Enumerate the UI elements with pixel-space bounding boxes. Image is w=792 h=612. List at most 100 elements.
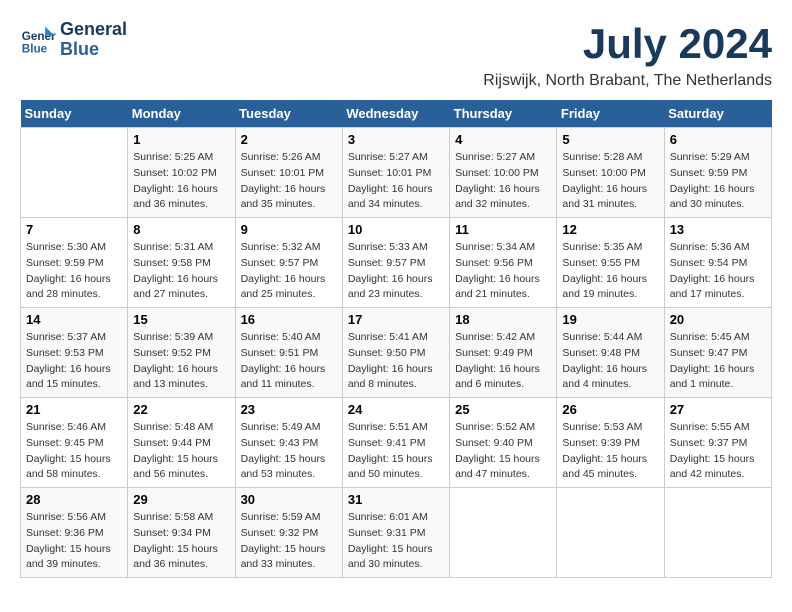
day-number: 2 [241, 132, 337, 147]
day-info: Sunrise: 5:27 AMSunset: 10:01 PMDaylight… [348, 150, 444, 213]
day-number: 19 [562, 312, 658, 327]
header-tuesday: Tuesday [235, 100, 342, 128]
day-number: 26 [562, 402, 658, 417]
day-number: 14 [26, 312, 122, 327]
calendar-cell: 29 Sunrise: 5:58 AMSunset: 9:34 PMDayligh… [128, 488, 235, 578]
day-number: 21 [26, 402, 122, 417]
month-title: July 2024 [583, 20, 772, 68]
day-info: Sunrise: 5:30 AMSunset: 9:59 PMDaylight:… [26, 240, 122, 303]
day-number: 28 [26, 492, 122, 507]
day-number: 18 [455, 312, 551, 327]
day-info: Sunrise: 5:58 AMSunset: 9:34 PMDaylight:… [133, 510, 229, 573]
day-number: 1 [133, 132, 229, 147]
day-number: 25 [455, 402, 551, 417]
day-info: Sunrise: 5:51 AMSunset: 9:41 PMDaylight:… [348, 420, 444, 483]
calendar-cell: 8Sunrise: 5:31 AMSunset: 9:58 PMDaylight… [128, 218, 235, 308]
day-info: Sunrise: 5:36 AMSunset: 9:54 PMDaylight:… [670, 240, 766, 303]
calendar-cell: 22 Sunrise: 5:48 AMSunset: 9:44 PMDayligh… [128, 398, 235, 488]
calendar-cell: 9 Sunrise: 5:32 AMSunset: 9:57 PMDaylight… [235, 218, 342, 308]
calendar-cell: 20 Sunrise: 5:45 AMSunset: 9:47 PMDayligh… [664, 308, 771, 398]
day-info: Sunrise: 5:26 AMSunset: 10:01 PMDaylight… [241, 150, 337, 213]
title-block: July 2024 [583, 20, 772, 68]
day-info: Sunrise: 5:34 AMSunset: 9:56 PMDaylight:… [455, 240, 551, 303]
calendar-cell: 30 Sunrise: 5:59 AMSunset: 9:32 PMDayligh… [235, 488, 342, 578]
header-thursday: Thursday [450, 100, 557, 128]
header-saturday: Saturday [664, 100, 771, 128]
calendar-cell: 28 Sunrise: 5:56 AMSunset: 9:36 PMDayligh… [21, 488, 128, 578]
day-number: 27 [670, 402, 766, 417]
day-number: 31 [348, 492, 444, 507]
day-info: Sunrise: 5:33 AMSunset: 9:57 PMDaylight:… [348, 240, 444, 303]
day-number: 6 [670, 132, 766, 147]
calendar-cell: 15Sunrise: 5:39 AMSunset: 9:52 PMDayligh… [128, 308, 235, 398]
calendar-cell: 19 Sunrise: 5:44 AMSunset: 9:48 PMDayligh… [557, 308, 664, 398]
day-info: Sunrise: 5:44 AMSunset: 9:48 PMDaylight:… [562, 330, 658, 393]
calendar-cell [557, 488, 664, 578]
day-number: 29 [133, 492, 229, 507]
day-number: 22 [133, 402, 229, 417]
calendar-cell: 25 Sunrise: 5:52 AMSunset: 9:40 PMDayligh… [450, 398, 557, 488]
day-info: Sunrise: 5:40 AMSunset: 9:51 PMDaylight:… [241, 330, 337, 393]
calendar-cell: 5Sunrise: 5:28 AMSunset: 10:00 PMDayligh… [557, 128, 664, 218]
calendar-cell: 31 Sunrise: 6:01 AMSunset: 9:31 PMDayligh… [342, 488, 449, 578]
day-number: 17 [348, 312, 444, 327]
calendar-cell: 6 Sunrise: 5:29 AMSunset: 9:59 PMDaylight… [664, 128, 771, 218]
calendar-cell: 11 Sunrise: 5:34 AMSunset: 9:56 PMDayligh… [450, 218, 557, 308]
calendar-cell: 7Sunrise: 5:30 AMSunset: 9:59 PMDaylight… [21, 218, 128, 308]
day-number: 12 [562, 222, 658, 237]
day-info: Sunrise: 5:48 AMSunset: 9:44 PMDaylight:… [133, 420, 229, 483]
calendar-cell: 23Sunrise: 5:49 AMSunset: 9:43 PMDayligh… [235, 398, 342, 488]
calendar-cell: 17Sunrise: 5:41 AMSunset: 9:50 PMDayligh… [342, 308, 449, 398]
calendar-cell [450, 488, 557, 578]
header: General Blue General Blue July 2024 [20, 20, 772, 68]
day-info: Sunrise: 5:31 AMSunset: 9:58 PMDaylight:… [133, 240, 229, 303]
day-info: Sunrise: 5:29 AMSunset: 9:59 PMDaylight:… [670, 150, 766, 213]
day-info: Sunrise: 5:39 AMSunset: 9:52 PMDaylight:… [133, 330, 229, 393]
day-info: Sunrise: 6:01 AMSunset: 9:31 PMDaylight:… [348, 510, 444, 573]
header-wednesday: Wednesday [342, 100, 449, 128]
header-monday: Monday [128, 100, 235, 128]
day-number: 24 [348, 402, 444, 417]
calendar-cell: 16 Sunrise: 5:40 AMSunset: 9:51 PMDayligh… [235, 308, 342, 398]
calendar-cell: 21 Sunrise: 5:46 AMSunset: 9:45 PMDayligh… [21, 398, 128, 488]
day-info: Sunrise: 5:45 AMSunset: 9:47 PMDaylight:… [670, 330, 766, 393]
logo-blue: Blue [60, 40, 127, 60]
day-info: Sunrise: 5:32 AMSunset: 9:57 PMDaylight:… [241, 240, 337, 303]
calendar-cell: 27 Sunrise: 5:55 AMSunset: 9:37 PMDayligh… [664, 398, 771, 488]
logo: General Blue General Blue [20, 20, 127, 60]
location-title: Rijswijk, North Brabant, The Netherlands [20, 72, 772, 90]
day-number: 13 [670, 222, 766, 237]
calendar-cell [21, 128, 128, 218]
calendar-cell: 2 Sunrise: 5:26 AMSunset: 10:01 PMDayligh… [235, 128, 342, 218]
day-info: Sunrise: 5:59 AMSunset: 9:32 PMDaylight:… [241, 510, 337, 573]
day-info: Sunrise: 5:55 AMSunset: 9:37 PMDaylight:… [670, 420, 766, 483]
header-friday: Friday [557, 100, 664, 128]
day-number: 10 [348, 222, 444, 237]
calendar-cell: 1Sunrise: 5:25 AMSunset: 10:02 PMDayligh… [128, 128, 235, 218]
calendar-cell: 24 Sunrise: 5:51 AMSunset: 9:41 PMDayligh… [342, 398, 449, 488]
day-number: 20 [670, 312, 766, 327]
day-info: Sunrise: 5:28 AMSunset: 10:00 PMDaylight… [562, 150, 658, 213]
day-info: Sunrise: 5:35 AMSunset: 9:55 PMDaylight:… [562, 240, 658, 303]
day-info: Sunrise: 5:37 AMSunset: 9:53 PMDaylight:… [26, 330, 122, 393]
svg-text:Blue: Blue [22, 42, 48, 55]
day-info: Sunrise: 5:46 AMSunset: 9:45 PMDaylight:… [26, 420, 122, 483]
day-number: 30 [241, 492, 337, 507]
calendar-table: SundayMondayTuesdayWednesdayThursdayFrid… [20, 100, 772, 578]
calendar-week-2: 7Sunrise: 5:30 AMSunset: 9:59 PMDaylight… [21, 218, 772, 308]
calendar-cell: 14 Sunrise: 5:37 AMSunset: 9:53 PMDayligh… [21, 308, 128, 398]
calendar-cell: 3 Sunrise: 5:27 AMSunset: 10:01 PMDayligh… [342, 128, 449, 218]
day-info: Sunrise: 5:52 AMSunset: 9:40 PMDaylight:… [455, 420, 551, 483]
calendar-cell [664, 488, 771, 578]
calendar-week-3: 14 Sunrise: 5:37 AMSunset: 9:53 PMDayligh… [21, 308, 772, 398]
day-number: 11 [455, 222, 551, 237]
calendar-week-5: 28 Sunrise: 5:56 AMSunset: 9:36 PMDayligh… [21, 488, 772, 578]
day-info: Sunrise: 5:56 AMSunset: 9:36 PMDaylight:… [26, 510, 122, 573]
calendar-header-row: SundayMondayTuesdayWednesdayThursdayFrid… [21, 100, 772, 128]
day-number: 3 [348, 132, 444, 147]
day-number: 9 [241, 222, 337, 237]
day-number: 16 [241, 312, 337, 327]
svg-text:General: General [22, 30, 56, 43]
calendar-cell: 18Sunrise: 5:42 AMSunset: 9:49 PMDayligh… [450, 308, 557, 398]
calendar-week-1: 1Sunrise: 5:25 AMSunset: 10:02 PMDayligh… [21, 128, 772, 218]
